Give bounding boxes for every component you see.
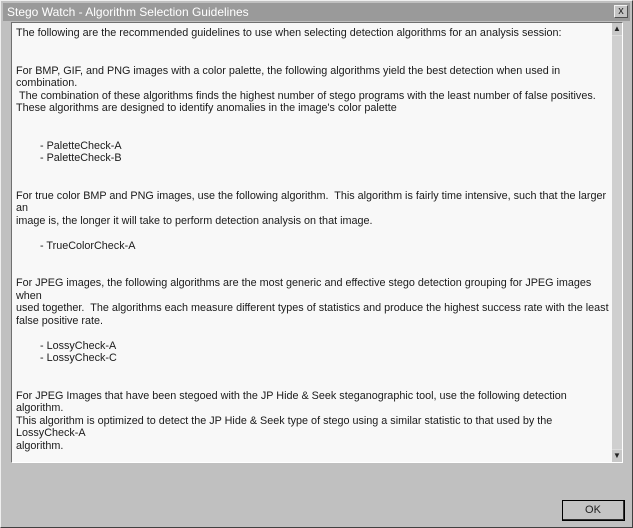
window-title: Stego Watch - Algorithm Selection Guidel… [7,5,249,19]
ok-button[interactable]: OK [562,500,625,521]
title-bar: Stego Watch - Algorithm Selection Guidel… [3,3,630,21]
scroll-thumb[interactable] [612,36,622,449]
vertical-scrollbar[interactable]: ▲ ▼ [612,23,622,462]
scroll-down-arrow-icon[interactable]: ▼ [612,450,622,462]
guidelines-text-area[interactable]: The following are the recommended guidel… [11,22,623,463]
scroll-up-arrow-icon[interactable]: ▲ [612,23,622,35]
dialog-window: Stego Watch - Algorithm Selection Guidel… [0,0,633,528]
close-button[interactable]: x [614,5,628,18]
guidelines-text: The following are the recommended guidel… [16,27,609,452]
close-icon: x [618,5,624,17]
